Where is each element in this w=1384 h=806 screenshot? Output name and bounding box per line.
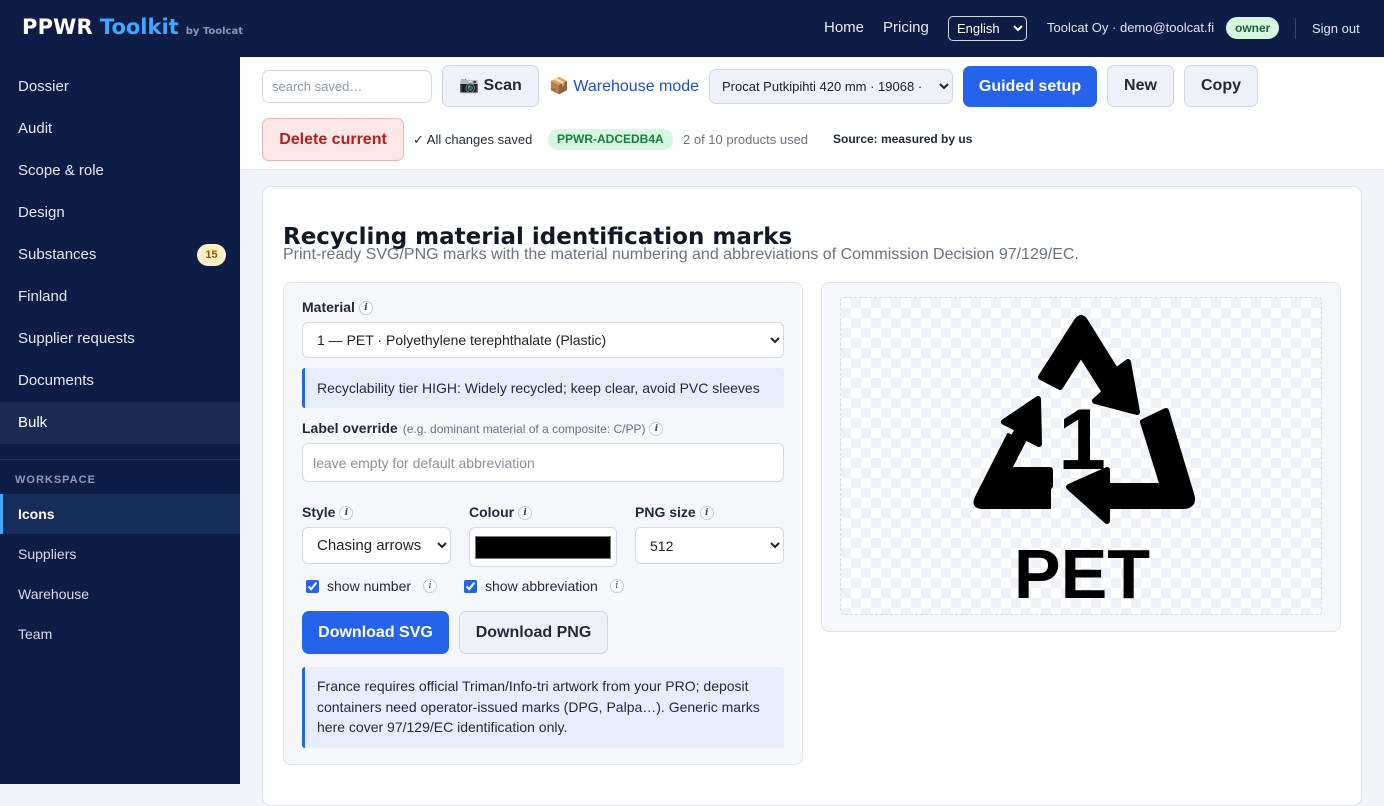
brand-by: by Toolcat (185, 26, 243, 37)
chasing-arrows-recycling-icon: 1 PET (973, 315, 1195, 613)
save-status: ✓ All changes saved (413, 132, 533, 147)
france-compliance-note: France requires official Triman/Info-tri… (302, 667, 784, 748)
info-icon[interactable]: i (649, 422, 664, 437)
material-select[interactable]: 1 — PET · Polyethylene terephthalate (Pl… (302, 322, 784, 358)
workspace-item-label: Icons (18, 506, 55, 522)
product-usage: 2 of 10 products used (683, 132, 809, 147)
style-label-text: Style (302, 504, 336, 520)
workspace-item-label: Suppliers (18, 546, 77, 562)
sidebar-item-label: Design (18, 204, 65, 221)
workspace-item-suppliers[interactable]: Suppliers (0, 534, 240, 574)
sidebar-item-label: Supplier requests (18, 330, 135, 347)
product-toolbar: 📷 Scan 📦 Warehouse mode Procat Putkipiht… (240, 57, 1384, 170)
delete-current-button[interactable]: Delete current (262, 118, 404, 161)
sign-out-link[interactable]: Sign out (1312, 21, 1360, 36)
colour-label-text: Colour (469, 504, 515, 520)
colour-picker[interactable] (469, 527, 617, 567)
download-svg-button[interactable]: Download SVG (302, 611, 449, 654)
colour-swatch (475, 536, 611, 559)
show-abbreviation-toggle[interactable]: show abbreviation i (460, 578, 624, 594)
style-select[interactable]: Chasing arrows ( (302, 527, 451, 564)
mark-preview-panel: 1 PET (821, 282, 1341, 632)
workspace-item-team[interactable]: Team (0, 614, 240, 654)
brand-name: PPWR (22, 15, 93, 39)
sidebar-item-label: Dossier (18, 78, 69, 95)
sidebar-item-label: Scope & role (18, 162, 104, 179)
scan-button[interactable]: 📷 Scan (442, 65, 539, 107)
sidebar-item-scope-role[interactable]: Scope & role (0, 150, 240, 192)
sidebar-item-label: Audit (18, 120, 53, 137)
sidebar-item-label: Finland (18, 288, 68, 305)
sidebar-item-label: Bulk (18, 414, 48, 431)
show-number-label: show number (327, 578, 412, 594)
info-icon[interactable]: i (699, 506, 714, 521)
sidebar-item-finland[interactable]: Finland (0, 276, 240, 318)
info-icon[interactable]: i (609, 579, 624, 593)
show-abbreviation-label: show abbreviation (485, 578, 598, 594)
data-source: Source: measured by us (833, 132, 973, 146)
nav-pricing-link[interactable]: Pricing (883, 19, 929, 36)
sidebar-item-supplier-requests[interactable]: Supplier requests (0, 318, 240, 360)
sidebar-item-label: Substances (18, 246, 97, 263)
mark-options-panel: Material i 1 — PET · Polyethylene terepht… (283, 282, 803, 765)
show-number-toggle[interactable]: show number i (302, 578, 438, 594)
top-divider (1295, 18, 1296, 39)
sidebar-item-documents[interactable]: Documents (0, 360, 240, 402)
substances-count-badge: 15 (197, 244, 226, 266)
material-label-text: Material (302, 299, 355, 315)
sidebar-item-substances[interactable]: Substances 15 (0, 234, 240, 276)
png-size-label: PNG size i (635, 504, 714, 521)
brand-accent: Toolkit (99, 15, 179, 39)
workspace-heading: WORKSPACE (15, 474, 96, 486)
transparent-canvas: 1 PET (840, 297, 1322, 615)
account-info: Toolcat Oy · demo@toolcat.fi (1047, 20, 1215, 35)
info-icon[interactable]: i (339, 506, 354, 521)
style-label: Style i (302, 504, 354, 521)
colour-label: Colour i (469, 504, 533, 521)
sidebar-item-design[interactable]: Design (0, 192, 240, 234)
label-override-hint: (e.g. dominant material of a composite: … (402, 422, 646, 436)
download-png-button[interactable]: Download PNG (459, 611, 608, 654)
show-number-checkbox[interactable] (306, 579, 319, 593)
nav-home-link[interactable]: Home (824, 19, 864, 36)
sidebar-item-label: Documents (18, 372, 94, 389)
new-product-button[interactable]: New (1107, 65, 1174, 107)
sidebar-item-audit[interactable]: Audit (0, 108, 240, 150)
info-icon[interactable]: i (358, 301, 373, 316)
png-size-select[interactable]: 512 (635, 527, 784, 564)
brand-logo[interactable]: PPWR Toolkit by Toolcat (22, 15, 243, 39)
sidebar-item-dossier[interactable]: Dossier (0, 66, 240, 108)
label-override-label: Label override (e.g. dominant material of… (302, 420, 664, 437)
material-label: Material i (302, 299, 373, 316)
workspace-item-label: Team (18, 626, 53, 642)
warehouse-mode-link[interactable]: 📦 Warehouse mode (549, 76, 699, 96)
sidebar: Dossier Audit Scope & role Design Substa… (0, 57, 240, 784)
recycling-marks-card: Recycling material identification marks … (262, 186, 1362, 806)
recyclability-note: Recyclability tier HIGH: Widely recycled… (302, 368, 784, 408)
show-abbreviation-checkbox[interactable] (464, 579, 477, 593)
png-size-label-text: PNG size (635, 504, 696, 520)
product-id-badge: PPWR-ADCEDB4A (548, 129, 673, 150)
language-select[interactable]: English (948, 16, 1027, 41)
material-number-text: 1 (1058, 392, 1106, 488)
info-icon[interactable]: i (518, 506, 533, 521)
workspace-item-warehouse[interactable]: Warehouse (0, 574, 240, 614)
top-bar: PPWR Toolkit by Toolcat Home Pricing Eng… (0, 0, 1384, 57)
workspace-item-icons[interactable]: Icons (0, 494, 240, 534)
label-override-input[interactable] (302, 443, 784, 482)
copy-product-button[interactable]: Copy (1184, 65, 1258, 107)
label-override-text: Label override (302, 420, 398, 436)
product-select[interactable]: Procat Putkipihti 420 mm · 19068 · (709, 69, 953, 104)
workspace-item-label: Warehouse (18, 586, 90, 602)
info-icon[interactable]: i (423, 579, 438, 593)
page-subtitle: Print-ready SVG/PNG marks with the mater… (283, 246, 1079, 263)
guided-setup-button[interactable]: Guided setup (963, 66, 1097, 107)
sidebar-item-bulk[interactable]: Bulk (0, 402, 240, 444)
sidebar-divider (0, 459, 240, 460)
material-abbreviation-text: PET (1014, 535, 1150, 613)
role-badge: owner (1226, 17, 1280, 39)
search-saved-input[interactable] (262, 70, 432, 103)
